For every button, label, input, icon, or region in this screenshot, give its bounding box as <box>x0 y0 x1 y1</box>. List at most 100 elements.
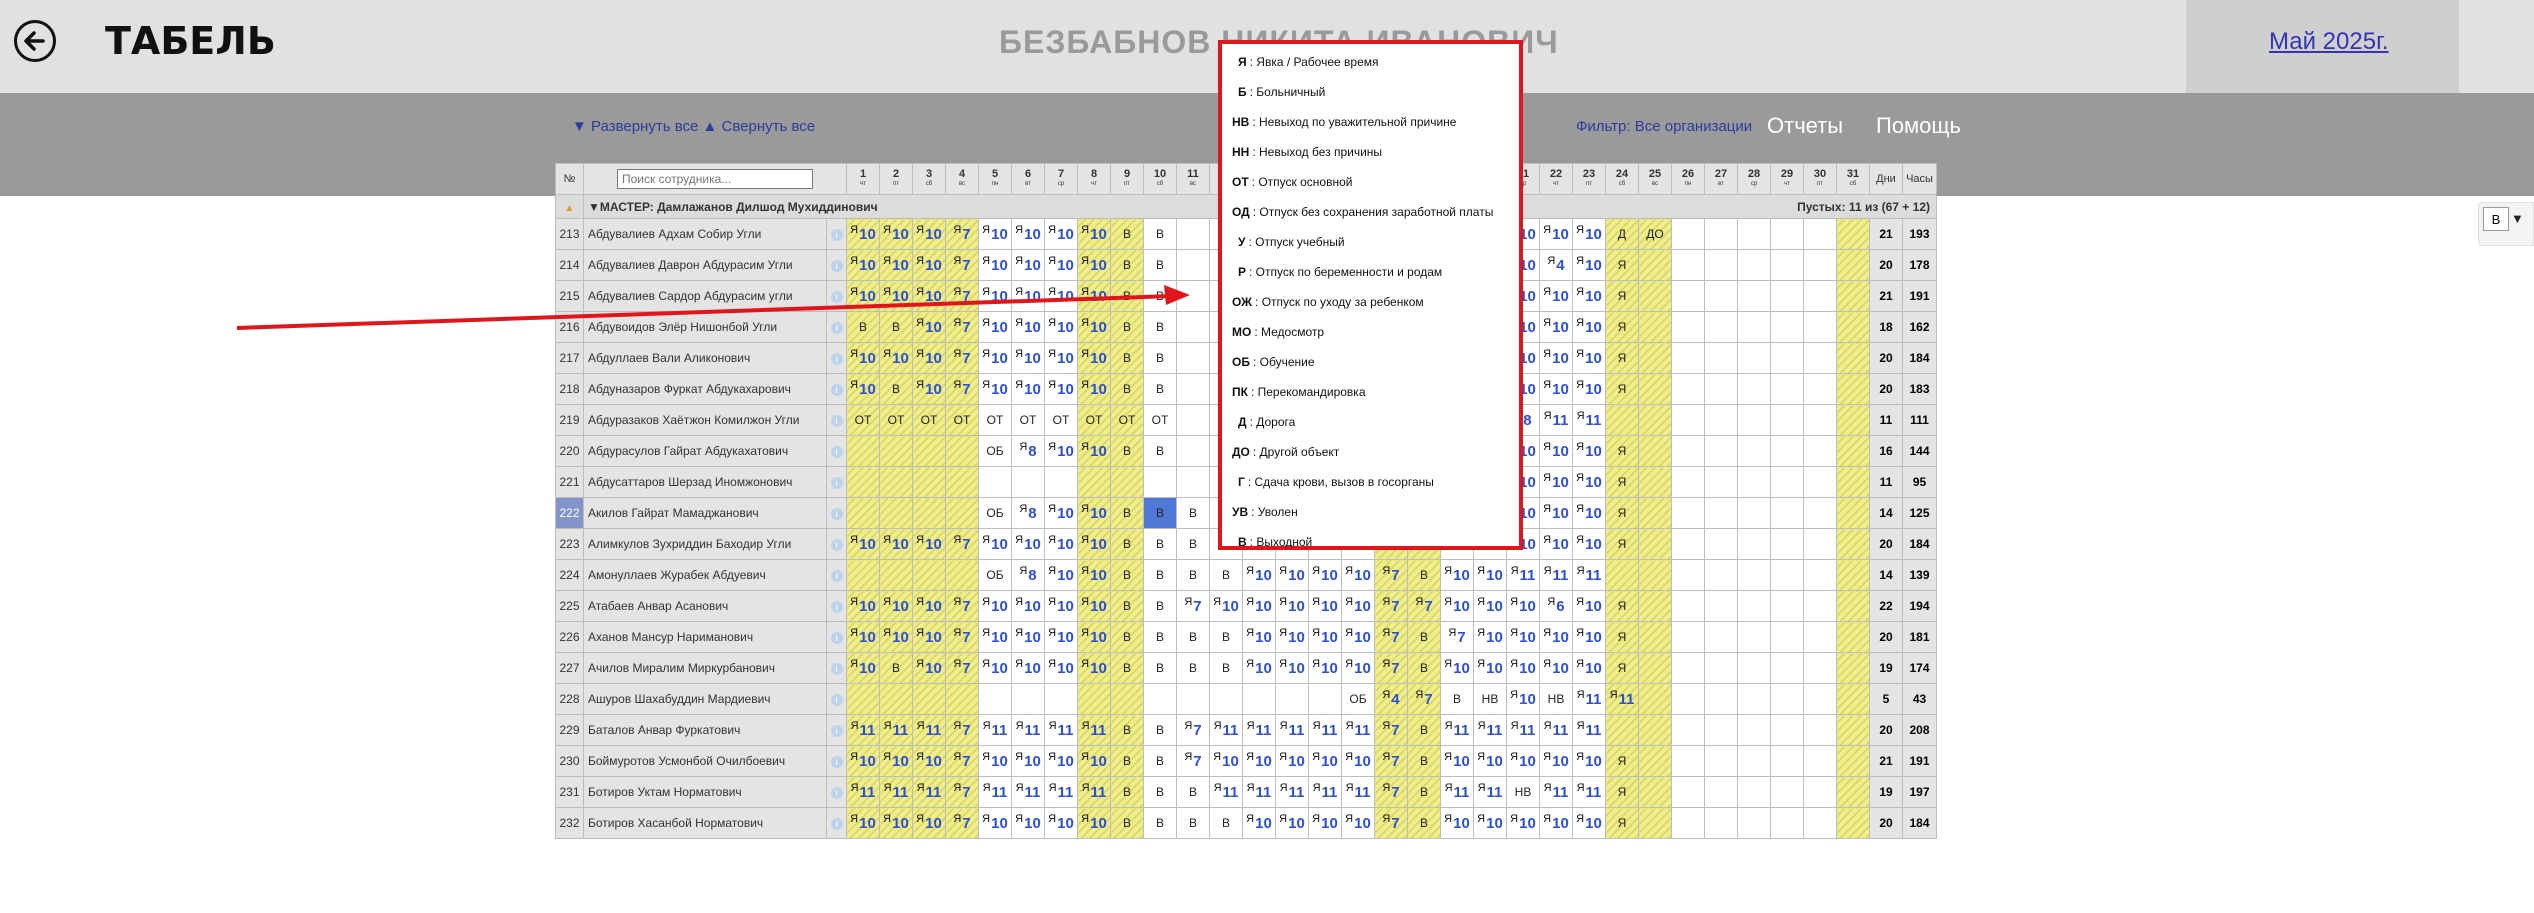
day-cell[interactable]: Я10 <box>1077 559 1111 591</box>
day-cell[interactable]: Я11 <box>879 714 913 746</box>
day-cell[interactable]: Я10 <box>1011 621 1045 653</box>
day-cell[interactable]: В <box>1440 683 1474 715</box>
day-header-1[interactable]: 1 чт <box>846 163 880 195</box>
day-cell[interactable] <box>1770 342 1804 374</box>
day-cell[interactable] <box>1671 249 1705 281</box>
day-cell[interactable] <box>1770 435 1804 467</box>
day-cell[interactable] <box>1836 683 1870 715</box>
day-cell[interactable] <box>1704 435 1738 467</box>
day-cell[interactable]: В <box>1143 745 1177 777</box>
day-cell[interactable]: Я7 <box>1374 559 1408 591</box>
day-cell[interactable]: Я10 <box>1572 218 1606 250</box>
day-cell[interactable] <box>1044 466 1078 498</box>
day-cell[interactable]: Я10 <box>1077 373 1111 405</box>
day-header-7[interactable]: 7 ср <box>1044 163 1078 195</box>
day-cell[interactable]: Я10 <box>1308 590 1342 622</box>
day-cell[interactable] <box>912 466 946 498</box>
day-cell[interactable]: Я10 <box>1572 435 1606 467</box>
day-cell[interactable]: Я10 <box>1341 745 1375 777</box>
day-cell[interactable] <box>1704 776 1738 808</box>
day-cell[interactable]: Я10 <box>1506 621 1540 653</box>
day-cell[interactable]: Я10 <box>846 807 880 839</box>
day-header-27[interactable]: 27 вт <box>1704 163 1738 195</box>
day-cell[interactable]: Я <box>1605 342 1639 374</box>
day-cell[interactable]: Я10 <box>1242 559 1276 591</box>
day-cell[interactable] <box>912 435 946 467</box>
legend-item-8[interactable]: ОЖ: Отпуск по уходу за ребенком <box>1232 288 1509 318</box>
day-cell[interactable] <box>1737 342 1771 374</box>
day-cell[interactable]: В <box>879 373 913 405</box>
day-cell[interactable] <box>1737 621 1771 653</box>
info-cell[interactable]: i <box>826 435 847 467</box>
day-cell[interactable]: Я10 <box>1308 745 1342 777</box>
day-cell[interactable] <box>1110 683 1144 715</box>
day-cell[interactable] <box>1704 745 1738 777</box>
day-cell[interactable]: Я11 <box>1275 714 1309 746</box>
day-cell[interactable]: Я10 <box>1077 745 1111 777</box>
day-cell[interactable]: Я11 <box>846 714 880 746</box>
day-cell[interactable] <box>846 466 880 498</box>
day-cell[interactable] <box>1176 280 1210 312</box>
day-cell[interactable]: Я10 <box>1077 652 1111 684</box>
day-cell[interactable]: Я7 <box>1176 714 1210 746</box>
day-cell[interactable] <box>1770 683 1804 715</box>
day-cell[interactable]: Я10 <box>879 342 913 374</box>
employee-name-cell[interactable]: Абдувоидов Элёр Нишонбой Угли <box>583 311 827 343</box>
info-cell[interactable]: i <box>826 249 847 281</box>
legend-item-12[interactable]: Д: Дорога <box>1232 408 1509 438</box>
day-cell[interactable]: Я10 <box>1077 590 1111 622</box>
day-cell[interactable]: Я10 <box>1044 342 1078 374</box>
day-cell[interactable]: Я10 <box>978 652 1012 684</box>
day-cell[interactable]: В <box>1110 218 1144 250</box>
day-cell[interactable]: Я11 <box>1473 776 1507 808</box>
day-cell[interactable] <box>1836 373 1870 405</box>
day-cell[interactable]: ОТ <box>978 404 1012 436</box>
day-cell[interactable]: В <box>1209 559 1243 591</box>
day-cell[interactable]: Я10 <box>1044 590 1078 622</box>
day-cell[interactable]: Я11 <box>1011 776 1045 808</box>
employee-name-cell[interactable]: Абдурасулов Гайрат Абдукахатович <box>583 435 827 467</box>
table-row[interactable]: 230 Боймуротов Усмонбой Очилбоевич i Я10 Я10… <box>555 745 1937 777</box>
day-cell[interactable] <box>1737 745 1771 777</box>
legend-item-3[interactable]: НН: Невыход без причины <box>1232 138 1509 168</box>
day-cell[interactable]: В <box>1110 497 1144 529</box>
day-cell[interactable]: Я11 <box>1077 714 1111 746</box>
day-cell[interactable] <box>846 497 880 529</box>
day-cell[interactable] <box>1176 435 1210 467</box>
day-cell[interactable]: Я10 <box>1341 590 1375 622</box>
day-cell[interactable]: В <box>879 311 913 343</box>
day-cell[interactable]: Я10 <box>1341 621 1375 653</box>
day-cell[interactable]: Я <box>1605 745 1639 777</box>
day-cell[interactable]: В <box>1407 745 1441 777</box>
day-cell[interactable]: Я11 <box>1044 714 1078 746</box>
day-cell[interactable]: Я7 <box>945 218 979 250</box>
day-cell[interactable]: Я10 <box>1011 652 1045 684</box>
day-cell[interactable]: Я11 <box>1572 404 1606 436</box>
day-cell[interactable] <box>1836 249 1870 281</box>
day-cell[interactable]: В <box>1110 249 1144 281</box>
day-cell[interactable] <box>1176 311 1210 343</box>
day-cell[interactable] <box>1803 280 1837 312</box>
day-cell[interactable]: В <box>1110 776 1144 808</box>
day-cell[interactable]: ДО <box>1638 218 1672 250</box>
day-cell[interactable]: Я10 <box>978 807 1012 839</box>
day-cell[interactable]: Я10 <box>1539 342 1573 374</box>
day-cell[interactable] <box>1836 342 1870 374</box>
info-cell[interactable]: i <box>826 621 847 653</box>
day-cell[interactable] <box>1737 404 1771 436</box>
day-cell[interactable]: Я <box>1605 280 1639 312</box>
day-cell[interactable]: Я10 <box>1440 745 1474 777</box>
employee-name-cell[interactable]: Акилов Гайрат Мамаджанович <box>583 497 827 529</box>
day-cell[interactable] <box>1737 249 1771 281</box>
day-cell[interactable] <box>1671 745 1705 777</box>
day-cell[interactable] <box>1671 776 1705 808</box>
day-cell[interactable]: Я10 <box>1209 590 1243 622</box>
day-cell[interactable]: Я10 <box>1539 807 1573 839</box>
day-cell[interactable]: ОБ <box>978 497 1012 529</box>
day-cell[interactable]: Я10 <box>1077 621 1111 653</box>
day-cell[interactable]: Я10 <box>912 342 946 374</box>
day-cell[interactable] <box>1836 714 1870 746</box>
day-cell[interactable]: В <box>1176 621 1210 653</box>
employee-name-cell[interactable]: Абдувалиев Даврон Абдурасим Угли <box>583 249 827 281</box>
day-cell[interactable]: Я10 <box>846 652 880 684</box>
